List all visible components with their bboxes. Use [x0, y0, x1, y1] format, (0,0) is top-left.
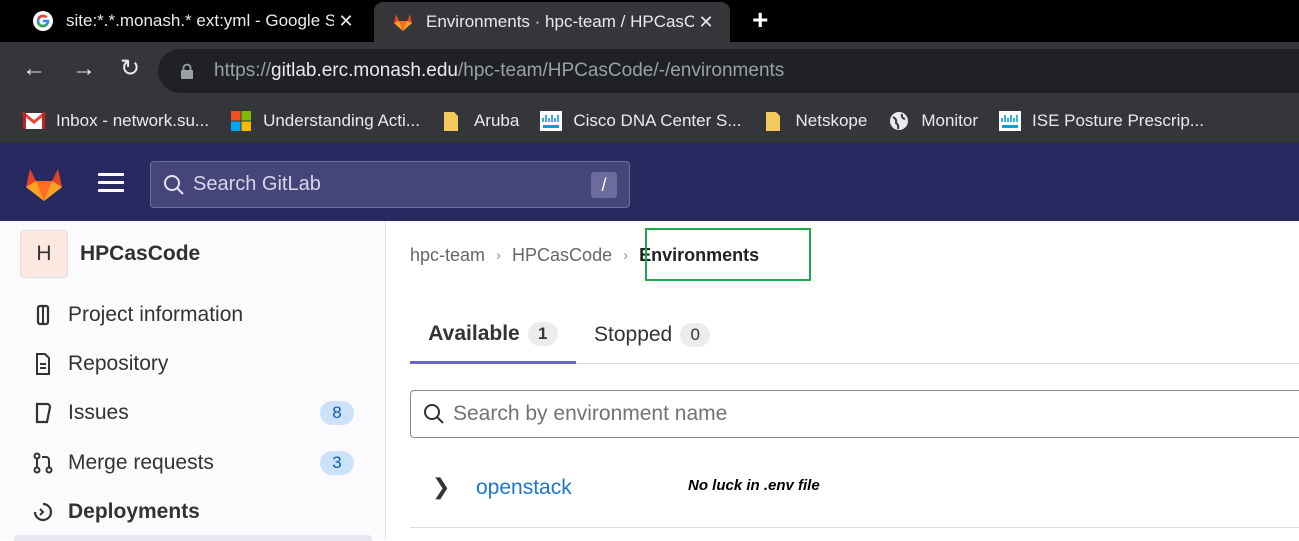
search-icon: [164, 174, 184, 195]
new-tab-button[interactable]: +: [752, 4, 768, 36]
sidebar-item-label: Merge requests: [68, 451, 214, 474]
tab-available[interactable]: Available 1: [410, 306, 576, 364]
microsoft-icon: [231, 110, 252, 131]
issues-count-badge: 8: [320, 401, 354, 425]
gitlab-logo-icon[interactable]: [24, 165, 64, 203]
folder-icon: [443, 111, 458, 131]
project-avatar: H: [20, 230, 68, 278]
gmail-icon: [22, 111, 46, 129]
google-icon: [33, 11, 53, 31]
bookmark-aruba[interactable]: Aruba: [440, 110, 519, 132]
tab-label: Stopped: [594, 323, 673, 346]
environment-search-input[interactable]: Search by environment name: [410, 390, 1299, 438]
browser-tab-environments[interactable]: Environments · hpc-team / HPCasCode · Gi…: [374, 2, 730, 42]
chevron-right-icon: ›: [623, 247, 629, 264]
breadcrumb-link-hpc-team[interactable]: hpc-team: [410, 245, 485, 266]
sidebar-item-label: Project information: [68, 303, 244, 326]
close-tab-icon[interactable]: ✕: [334, 11, 358, 32]
sidebar-item-repository[interactable]: Repository: [20, 344, 370, 384]
sidebar-active-item-background: [14, 535, 372, 541]
menu-icon[interactable]: [98, 173, 124, 193]
forward-arrow-icon[interactable]: →: [69, 54, 99, 84]
url-host: gitlab.erc.monash.edu: [271, 60, 458, 81]
sidebar-item-label: Deployments: [68, 500, 200, 523]
url-text: https://gitlab.erc.monash.edu/hpc-team/H…: [214, 60, 784, 82]
address-bar[interactable]: https://gitlab.erc.monash.edu/hpc-team/H…: [158, 49, 1299, 93]
bookmark-netskope[interactable]: Netskope: [762, 110, 868, 132]
browser-tab-strip: site:*.*.monash.* ext:yml - Google Searc…: [0, 0, 1299, 42]
annotation-note: No luck in .env file: [688, 477, 820, 494]
sidebar-item-issues[interactable]: Issues 8: [20, 393, 370, 433]
breadcrumb-link-hpccascode[interactable]: HPCasCode: [512, 245, 612, 266]
issues-icon: [35, 402, 52, 424]
browser-tab-google-search[interactable]: site:*.*.monash.* ext:yml - Google Searc…: [14, 0, 370, 42]
bookmark-monitor[interactable]: Monitor: [887, 110, 978, 132]
search-placeholder: Search GitLab: [193, 173, 321, 195]
sidebar-item-project-information[interactable]: Project information: [20, 295, 370, 335]
tab-title: Environments · hpc-team / HPCasCode · Gi…: [426, 12, 694, 31]
tab-stopped[interactable]: Stopped 0: [594, 306, 711, 364]
tab-count-badge: 0: [680, 323, 711, 347]
bookmark-label: Monitor: [921, 110, 979, 130]
chevron-right-icon: ›: [496, 247, 502, 264]
url-scheme: https://: [214, 60, 272, 81]
annotation-highlight-box: [645, 228, 811, 281]
bookmark-understanding[interactable]: Understanding Acti...: [229, 110, 420, 132]
bookmark-inbox[interactable]: Inbox - network.su...: [22, 110, 209, 132]
cisco-icon: [540, 110, 563, 131]
bookmark-label: ISE Posture Prescrip...: [1032, 110, 1204, 130]
bookmark-label: Inbox - network.su...: [56, 110, 210, 130]
search-icon: [424, 404, 444, 424]
sidebar-item-label: Issues: [68, 401, 129, 424]
browser-toolbar: ← → ↻ https://gitlab.erc.monash.edu/hpc-…: [0, 42, 1299, 98]
merge-requests-count-badge: 3: [320, 451, 354, 475]
tab-count-badge: 1: [527, 321, 558, 346]
bookmark-label: Understanding Acti...: [263, 110, 420, 130]
gitlab-icon: [394, 14, 412, 31]
sidebar-item-merge-requests[interactable]: Merge requests 3: [20, 443, 370, 483]
back-arrow-icon[interactable]: ←: [19, 54, 49, 84]
tab-label: Available: [428, 321, 520, 345]
chevron-right-icon[interactable]: ❯: [432, 474, 450, 500]
globe-icon: [890, 111, 909, 130]
environment-name-link[interactable]: openstack: [476, 476, 572, 500]
bookmark-label: Aruba: [473, 110, 520, 130]
environment-row: ❯ openstack: [410, 460, 1299, 528]
project-name: HPCasCode: [80, 242, 201, 265]
sidebar-item-deployments[interactable]: Deployments: [20, 492, 370, 532]
gitlab-search-input[interactable]: Search GitLab /: [150, 161, 630, 208]
bookmark-label: Cisco DNA Center S...: [573, 110, 742, 130]
document-icon: [36, 353, 50, 375]
project-sidebar: H HPCasCode Project information Reposito…: [0, 221, 386, 541]
deployments-icon: [33, 502, 53, 522]
folder-icon: [765, 111, 780, 131]
cisco-icon: [999, 110, 1022, 131]
sidebar-item-label: Repository: [68, 352, 169, 375]
bookmark-ise-posture[interactable]: ISE Posture Prescrip...: [998, 110, 1204, 132]
reload-icon[interactable]: ↻: [115, 54, 145, 84]
environment-tabs: Available 1 Stopped 0: [410, 306, 1299, 364]
project-header[interactable]: H HPCasCode: [20, 230, 200, 278]
bookmarks-bar: Inbox - network.su... Understanding Acti…: [0, 98, 1299, 143]
info-icon: [36, 304, 50, 326]
lock-icon[interactable]: [180, 63, 194, 79]
merge-request-icon: [33, 452, 53, 474]
bookmark-cisco-dna[interactable]: Cisco DNA Center S...: [539, 110, 742, 132]
gitlab-top-bar: Search GitLab /: [0, 143, 1299, 221]
close-tab-icon[interactable]: ✕: [694, 12, 718, 33]
url-path: /hpc-team/HPCasCode/-/environments: [457, 60, 785, 81]
search-shortcut-badge: /: [591, 171, 617, 198]
tab-title: site:*.*.monash.* ext:yml - Google Searc…: [66, 11, 334, 30]
search-placeholder: Search by environment name: [453, 402, 728, 425]
bookmark-label: Netskope: [795, 110, 868, 130]
